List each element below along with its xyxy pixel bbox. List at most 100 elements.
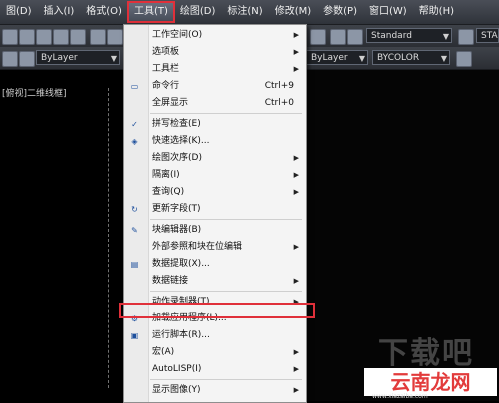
menu-item-data-links[interactable]: 数据链接 ▶ xyxy=(124,274,306,289)
text-style-value: Standard xyxy=(371,31,412,41)
menu-item-spell-check[interactable]: ✓ 拼写检查(E) xyxy=(124,117,306,132)
submenu-arrow-icon: ▶ xyxy=(293,171,299,179)
submenu-arrow-icon: ▶ xyxy=(293,154,299,162)
menu-item-label: 块编辑器(B) xyxy=(152,225,202,235)
menu-item-display-image[interactable]: 显示图像(Y) ▶ xyxy=(124,383,306,398)
linetype-combo[interactable]: ByLayer ▼ xyxy=(306,50,368,65)
chevron-down-icon: ▼ xyxy=(110,54,117,63)
copy-icon[interactable] xyxy=(19,29,35,45)
block-icon[interactable] xyxy=(70,29,86,45)
menu-item-label: 运行脚本(R)... xyxy=(152,330,210,340)
update-field-icon: ↻ xyxy=(131,205,138,214)
menu-modify[interactable]: 修改(M) xyxy=(269,2,317,22)
chevron-down-icon: ▼ xyxy=(442,32,449,41)
command-line-icon: ▭ xyxy=(130,82,139,91)
submenu-arrow-icon: ▶ xyxy=(293,48,299,56)
menu-item-shortcut: Ctrl+9 xyxy=(264,81,294,91)
menu-item-label: 选项板 xyxy=(152,47,180,57)
menu-insert[interactable]: 插入(I) xyxy=(38,2,81,22)
menu-item-label: 数据链接 xyxy=(152,276,189,286)
submenu-arrow-icon: ▶ xyxy=(293,277,299,285)
menu-item-shortcut: Ctrl+0 xyxy=(264,98,294,108)
viewport-border xyxy=(108,88,110,388)
menu-draw[interactable]: 绘图(D) xyxy=(174,2,222,22)
submenu-arrow-icon: ▶ xyxy=(293,65,299,73)
block-editor-icon: ✎ xyxy=(131,226,138,235)
menu-item-label: AutoLISP(I) xyxy=(152,364,202,374)
menu-parametric[interactable]: 参数(P) xyxy=(317,2,363,22)
menu-separator xyxy=(150,291,302,292)
menu-separator xyxy=(150,113,302,114)
menu-item-isolate[interactable]: 隔离(I) ▶ xyxy=(124,168,306,183)
cut-icon[interactable] xyxy=(2,29,18,45)
menu-item-label: 绘图次序(D) xyxy=(152,153,202,163)
menu-item-palettes[interactable]: 选项板 ▶ xyxy=(124,45,306,60)
menu-tools[interactable]: 工具(T) xyxy=(126,1,175,23)
redo-icon[interactable] xyxy=(107,29,123,45)
menu-item-fullscreen[interactable]: 全屏显示 Ctrl+0 xyxy=(124,96,306,111)
menu-window[interactable]: 窗口(W) xyxy=(363,2,413,22)
menu-separator xyxy=(150,219,302,220)
watermark-site-label: 云南龙网 xyxy=(364,368,497,396)
menu-item-label: 全屏显示 xyxy=(152,98,189,108)
menu-item-label: 外部参照和块在位编辑 xyxy=(152,242,243,252)
menu-item-label: 工作空间(O) xyxy=(152,30,203,40)
menu-item-data-extraction[interactable]: ▤ 数据提取(X)... xyxy=(124,257,306,272)
watermark-url: www.xiazaiba.com xyxy=(372,393,428,400)
chevron-down-icon: ▼ xyxy=(358,54,365,63)
menu-dimension[interactable]: 标注(N) xyxy=(221,2,268,22)
submenu-arrow-icon: ▶ xyxy=(293,348,299,356)
dim-style-icon[interactable] xyxy=(458,29,474,45)
annotate-icon[interactable] xyxy=(330,29,346,45)
menu-help[interactable]: 帮助(H) xyxy=(413,2,460,22)
submenu-arrow-icon: ▶ xyxy=(293,188,299,196)
menu-item-label: 工具栏 xyxy=(152,64,180,74)
menu-item-label: 拼写检查(E) xyxy=(152,119,201,129)
paste-icon[interactable] xyxy=(36,29,52,45)
text-style-combo[interactable]: Standard ▼ xyxy=(366,28,452,43)
menu-item-block-editor[interactable]: ✎ 块编辑器(B) xyxy=(124,223,306,238)
submenu-arrow-icon: ▶ xyxy=(293,386,299,394)
gear-icon[interactable] xyxy=(2,51,18,67)
layer-combo[interactable]: ByLayer ▼ xyxy=(36,50,120,65)
menu-item-xref-in-place[interactable]: 外部参照和块在位编辑 ▶ xyxy=(124,240,306,255)
color-combo-value: BYCOLOR xyxy=(377,53,420,63)
submenu-arrow-icon: ▶ xyxy=(293,365,299,373)
menu-item-command-line[interactable]: ▭ 命令行 Ctrl+9 xyxy=(124,79,306,94)
style-a-icon[interactable] xyxy=(347,29,363,45)
menu-item-label: 数据提取(X)... xyxy=(152,259,210,269)
dim-style-value: STA xyxy=(481,31,498,41)
menu-item-macro[interactable]: 宏(A) ▶ xyxy=(124,345,306,360)
menubar: 图(D) 插入(I) 格式(O) 工具(T) 绘图(D) 标注(N) 修改(M)… xyxy=(0,0,499,25)
menu-format[interactable]: 格式(O) xyxy=(80,2,128,22)
menu-item-label: 命令行 xyxy=(152,81,180,91)
menu-item-workspace[interactable]: 工作空间(O) ▶ xyxy=(124,28,306,43)
menu-draw-partial[interactable]: 图(D) xyxy=(0,2,38,22)
menu-item-label: 隔离(I) xyxy=(152,170,180,180)
menu-item-inquiry[interactable]: 查询(Q) ▶ xyxy=(124,185,306,200)
layer-combo-value: ByLayer xyxy=(41,53,78,63)
menu-item-toolbars[interactable]: 工具栏 ▶ xyxy=(124,62,306,77)
linetype-combo-value: ByLayer xyxy=(311,53,348,63)
lineweight-icon[interactable] xyxy=(456,51,472,67)
text-style-icon[interactable] xyxy=(310,29,326,45)
color-combo[interactable]: BYCOLOR ▼ xyxy=(372,50,450,65)
tools-dropdown-menu: 工作空间(O) ▶ 选项板 ▶ 工具栏 ▶ ▭ 命令行 Ctrl+9 全屏显示 … xyxy=(123,24,307,403)
menu-item-draw-order[interactable]: 绘图次序(D) ▶ xyxy=(124,151,306,166)
menu-item-run-script[interactable]: ▣ 运行脚本(R)... xyxy=(124,328,306,343)
dim-style-combo[interactable]: STA xyxy=(476,28,499,43)
undo-icon[interactable] xyxy=(90,29,106,45)
watermark-logo: 下载吧 xyxy=(378,336,474,371)
load-application-highlight-box xyxy=(119,303,315,318)
menu-item-update-fields[interactable]: ↻ 更新字段(T) xyxy=(124,202,306,217)
menu-item-autolisp[interactable]: AutoLISP(I) ▶ xyxy=(124,362,306,377)
quick-select-icon: ◈ xyxy=(131,137,138,146)
menu-item-quick-select[interactable]: ◈ 快速选择(K)... xyxy=(124,134,306,149)
layer-icon[interactable] xyxy=(19,51,35,67)
menu-item-label: 显示图像(Y) xyxy=(152,385,201,395)
viewport-label[interactable]: [俯视]二维线框] xyxy=(2,86,67,99)
data-extract-icon: ▤ xyxy=(130,260,139,269)
submenu-arrow-icon: ▶ xyxy=(293,31,299,39)
match-properties-icon[interactable] xyxy=(53,29,69,45)
menu-item-label: 更新字段(T) xyxy=(152,204,201,214)
